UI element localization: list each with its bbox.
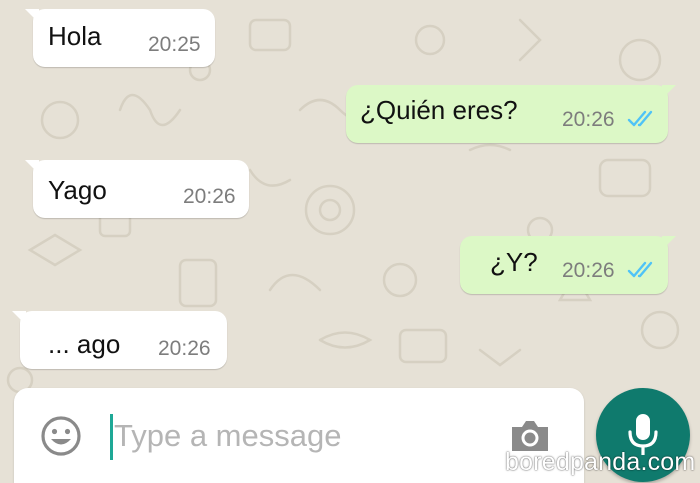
message-time: 20:26 [562,259,615,282]
message-text: ¿Quién eres? [360,95,518,125]
watermark: boredpanda.com [505,448,696,476]
message-outgoing[interactable]: ¿Quién eres? 20:26 [346,85,676,143]
message-input[interactable] [114,408,494,464]
message-text: ¿Y? [490,247,538,277]
text-cursor [110,414,113,460]
bubble-tail [662,236,676,250]
message-time: 20:26 [158,337,211,360]
message-time: 20:25 [148,33,201,56]
message-text: ... ago [48,329,121,359]
double-check-read-icon [627,261,653,278]
message-composer [14,388,584,483]
message-incoming[interactable]: ... ago 20:26 [12,311,227,369]
message-outgoing[interactable]: ¿Y? 20:26 [460,236,676,294]
message-text: Hola [48,21,102,51]
message-incoming[interactable]: Yago 20:26 [25,160,249,218]
bubble-tail [12,311,26,325]
message-text: Yago [48,175,107,205]
emoji-icon[interactable] [40,415,82,457]
double-check-read-icon [627,110,653,127]
bubble-tail [25,9,39,23]
message-time: 20:26 [183,185,236,208]
bubble-tail [25,160,39,174]
message-time: 20:26 [562,108,615,131]
bubble-tail [662,85,676,99]
message-incoming[interactable]: Hola 20:25 [25,9,215,67]
